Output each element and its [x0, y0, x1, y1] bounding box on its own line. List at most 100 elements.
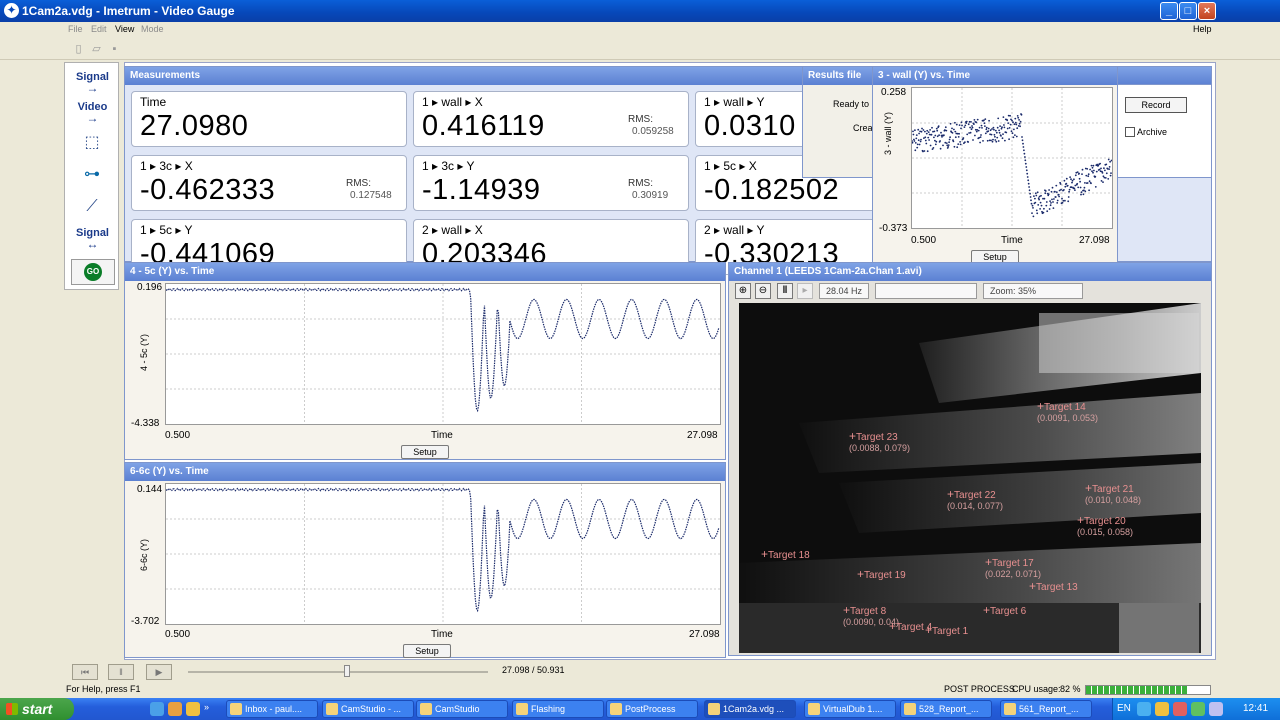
taskbar-task[interactable]: Inbox - paul.... [226, 700, 318, 718]
rewind-icon[interactable]: ⏮ [72, 664, 98, 680]
quick-launch-expand-icon[interactable]: » [204, 702, 212, 716]
select-target-icon[interactable]: ⬚ [77, 133, 107, 153]
timeline-track[interactable] [188, 671, 488, 673]
save-icon[interactable]: ▪ [108, 43, 121, 56]
start-button[interactable]: start [0, 698, 74, 720]
series-point [1045, 204, 1048, 207]
series-point [1029, 192, 1031, 195]
video-target[interactable]: +Target 6 [983, 603, 1026, 617]
series-point [1005, 131, 1008, 134]
series-point [1080, 191, 1083, 194]
series-point [1013, 128, 1015, 131]
series-point [1035, 194, 1038, 197]
series-point [927, 131, 930, 133]
video-target[interactable]: +Target 14 (0.0091, 0.053) [1037, 399, 1098, 423]
video-target[interactable]: +Target 21 (0.010, 0.048) [1085, 481, 1141, 505]
video-target[interactable]: +Target 23 (0.0088, 0.079) [849, 429, 910, 453]
series-point [1090, 164, 1093, 167]
menu-view[interactable]: View [115, 24, 134, 34]
series-point [1034, 197, 1036, 200]
tray-icon-3[interactable] [1173, 702, 1187, 716]
zoom-in-icon[interactable]: ⊕ [735, 283, 751, 299]
quick-launch-firefox-icon[interactable] [168, 702, 182, 716]
graph-6c-setup-button[interactable]: Setup [403, 644, 451, 658]
video-view[interactable]: +Target 14 (0.0091, 0.053) +Target 23 (0.00… [739, 303, 1201, 653]
series-point [1001, 137, 1004, 140]
series-point [1078, 177, 1081, 180]
taskbar-task[interactable]: PostProcess [606, 700, 698, 718]
system-tray: EN 12:41 [1112, 698, 1280, 720]
video-button[interactable]: Video → [65, 101, 120, 124]
video-target[interactable]: +Target 18 [761, 547, 810, 561]
taskbar-task[interactable]: VirtualDub 1.... [804, 700, 896, 718]
archive-label: Archive [1137, 127, 1168, 137]
minimize-button[interactable]: _ [1160, 2, 1178, 20]
timeline-slider-thumb[interactable] [344, 665, 350, 677]
series-point [1024, 162, 1027, 165]
series-point [1048, 208, 1051, 210]
series-point [1001, 126, 1003, 129]
video-target[interactable]: +Target 17 (0.022, 0.071) [985, 555, 1041, 579]
graph-6c-plot-area[interactable] [165, 483, 721, 625]
go-button[interactable]: GO [71, 259, 115, 285]
tray-icon-2[interactable] [1155, 702, 1169, 716]
pause-playback-icon[interactable]: ‖ [108, 664, 134, 680]
status-bar: For Help, press F1 POST PROCESS CPU usag… [0, 683, 1280, 697]
video-target[interactable]: +Target 19 [857, 567, 906, 581]
video-target[interactable]: +Target 20 (0.015, 0.058) [1077, 513, 1133, 537]
toolbar: ▯ ▱ ▪ [0, 40, 1280, 60]
cpu-meter-fill [1086, 686, 1188, 694]
series-point [996, 126, 999, 129]
measurement-value: 0.0310 [704, 110, 796, 142]
quick-launch-outlook-icon[interactable] [186, 702, 200, 716]
taskbar-task[interactable]: Flashing [512, 700, 604, 718]
graph-5c-plot-area[interactable] [165, 283, 721, 425]
graph-5c-setup-button[interactable]: Setup [401, 445, 449, 459]
graph-icon[interactable]: ⟋ [77, 197, 107, 217]
tray-icon-1[interactable] [1137, 702, 1151, 716]
record-button[interactable]: Record [1125, 97, 1187, 113]
new-file-icon[interactable]: ▯ [72, 43, 85, 56]
open-folder-icon[interactable]: ▱ [90, 43, 103, 56]
taskbar-task[interactable]: 528_Report_... [900, 700, 992, 718]
quick-launch-ie-icon[interactable] [150, 702, 164, 716]
video-target[interactable]: +Target 1 [925, 623, 968, 637]
help-hint: For Help, press F1 [66, 684, 141, 694]
taskbar-task[interactable]: 1Cam2a.vdg ... [704, 700, 796, 718]
video-target[interactable]: +Target 22 (0.014, 0.077) [947, 487, 1003, 511]
language-indicator[interactable]: EN [1117, 703, 1131, 714]
caliper-icon[interactable]: ⊶ [77, 165, 107, 185]
menu-help[interactable]: Help [1193, 24, 1212, 34]
series-point [970, 121, 972, 123]
taskbar-task[interactable]: 561_Report_... [1000, 700, 1092, 718]
title-bar: ✦ 1Cam2a.vdg - Imetrum - Video Gauge _ □… [0, 0, 1280, 22]
series-point [1087, 173, 1090, 176]
series-point [1067, 196, 1070, 198]
taskbar-task[interactable]: CamStudio - ... [322, 700, 414, 718]
menu-edit[interactable]: Edit [91, 24, 107, 34]
series-point [939, 147, 942, 150]
series-point [985, 126, 988, 129]
series-point [1030, 199, 1032, 202]
archive-checkbox[interactable] [1125, 127, 1135, 137]
signal-out-button[interactable]: Signal ↔ [65, 227, 120, 250]
menu-file[interactable]: File [68, 24, 83, 34]
play-icon[interactable]: ▶ [146, 664, 172, 680]
measurement-label: 2 ▸ wall ▸ Y [704, 223, 765, 237]
series-point [1091, 170, 1093, 173]
maximize-button[interactable]: □ [1179, 2, 1197, 20]
tray-icon-4[interactable] [1191, 702, 1205, 716]
close-button[interactable]: × [1198, 2, 1216, 20]
zoom-out-icon[interactable]: ⊖ [755, 283, 771, 299]
series-point [993, 133, 996, 136]
video-target[interactable]: +Target 13 [1029, 579, 1078, 593]
signal-in-button[interactable]: Signal → [65, 71, 120, 94]
step-icon[interactable]: ▸ [797, 283, 813, 299]
tray-icon-5[interactable] [1209, 702, 1223, 716]
target-name: Target 20 [1084, 516, 1126, 527]
menu-mode[interactable]: Mode [141, 24, 164, 34]
wall-ylabel: 3 - wall (Y) [883, 111, 893, 155]
wall-plot-area[interactable] [911, 87, 1113, 229]
pause-icon[interactable]: ‖ [777, 283, 793, 299]
taskbar-task[interactable]: CamStudio [416, 700, 508, 718]
